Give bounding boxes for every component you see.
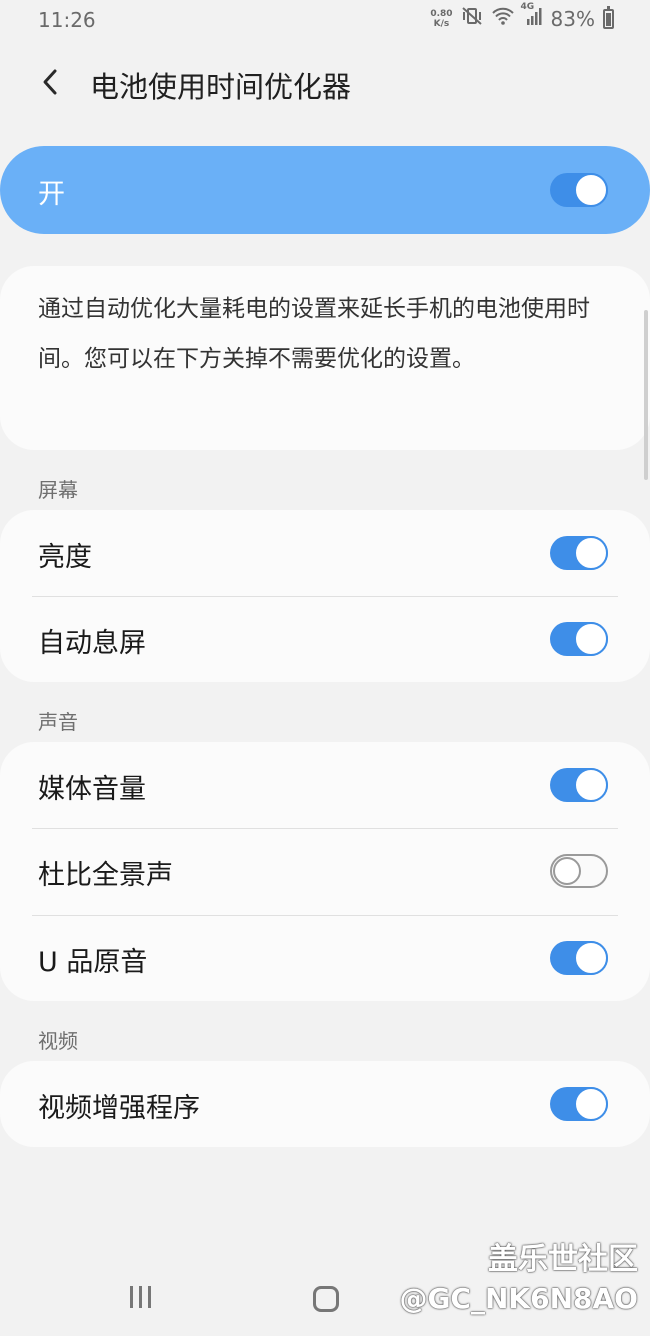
toggle-knob <box>574 173 608 207</box>
header: 电池使用时间优化器 <box>0 52 650 116</box>
setting-label: 视频增强程序 <box>38 1093 200 1124</box>
signal-icon: 4G <box>521 2 543 31</box>
scrollbar[interactable] <box>644 310 648 480</box>
description-card: 通过自动优化大量耗电的设置来延长手机的电池使用时间。您可以在下方关掉不需要优化的… <box>0 266 650 450</box>
settings-card-sound: 媒体音量 杜比全景声 U 品原音 <box>0 742 650 1001</box>
toggle-knob <box>574 536 608 570</box>
setting-row-dolby-atmos[interactable]: 杜比全景声 <box>0 828 650 914</box>
section-title-video: 视频 <box>38 1029 78 1053</box>
battery-percent: 83% <box>550 6 595 31</box>
section-title-sound: 声音 <box>38 710 78 734</box>
master-switch-bar[interactable]: 开 <box>0 146 650 234</box>
battery-icon <box>603 5 614 29</box>
vibrate-mute-icon <box>461 6 483 31</box>
uhq-audio-toggle[interactable] <box>550 941 608 975</box>
toggle-knob <box>574 1087 608 1121</box>
status-time: 11:26 <box>38 8 96 32</box>
setting-label: 亮度 <box>38 542 92 573</box>
description-text: 通过自动优化大量耗电的设置来延长手机的电池使用时间。您可以在下方关掉不需要优化的… <box>38 296 590 372</box>
page-title: 电池使用时间优化器 <box>90 70 352 104</box>
network-speed: 0.80 K/s <box>430 8 453 29</box>
toggle-knob <box>553 857 581 885</box>
home-button[interactable] <box>313 1286 339 1312</box>
setting-row-video-enhancer[interactable]: 视频增强程序 <box>0 1061 650 1147</box>
setting-row-screen-timeout[interactable]: 自动息屏 <box>0 596 650 682</box>
back-button[interactable] <box>28 60 72 104</box>
dolby-atmos-toggle[interactable] <box>550 854 608 888</box>
setting-row-media-volume[interactable]: 媒体音量 <box>0 742 650 828</box>
master-toggle[interactable] <box>550 173 608 207</box>
video-enhancer-toggle[interactable] <box>550 1087 608 1121</box>
setting-row-uhq-audio[interactable]: U 品原音 <box>0 915 650 1001</box>
recents-button[interactable] <box>130 1286 151 1308</box>
section-title-screen: 屏幕 <box>38 478 78 502</box>
setting-row-brightness[interactable]: 亮度 <box>0 510 650 596</box>
brightness-toggle[interactable] <box>550 536 608 570</box>
status-bar: 11:26 0.80 K/s 4G 83% <box>0 0 650 40</box>
toggle-knob <box>574 768 608 802</box>
media-volume-toggle[interactable] <box>550 768 608 802</box>
recents-icon <box>130 1286 133 1308</box>
screen-timeout-toggle[interactable] <box>550 622 608 656</box>
toggle-knob <box>574 622 608 656</box>
navigation-bar <box>0 1260 650 1336</box>
setting-label: 媒体音量 <box>38 774 146 805</box>
setting-label: 自动息屏 <box>38 628 146 659</box>
wifi-icon <box>491 6 515 31</box>
setting-label: 杜比全景声 <box>38 860 173 891</box>
settings-card-video: 视频增强程序 <box>0 1061 650 1147</box>
master-switch-label: 开 <box>38 179 65 210</box>
back-arrow-icon <box>43 69 57 95</box>
setting-label: U 品原音 <box>38 947 148 978</box>
toggle-knob <box>574 941 608 975</box>
status-icons: 0.80 K/s 4G 83% <box>430 2 614 31</box>
settings-card-screen: 亮度 自动息屏 <box>0 510 650 682</box>
